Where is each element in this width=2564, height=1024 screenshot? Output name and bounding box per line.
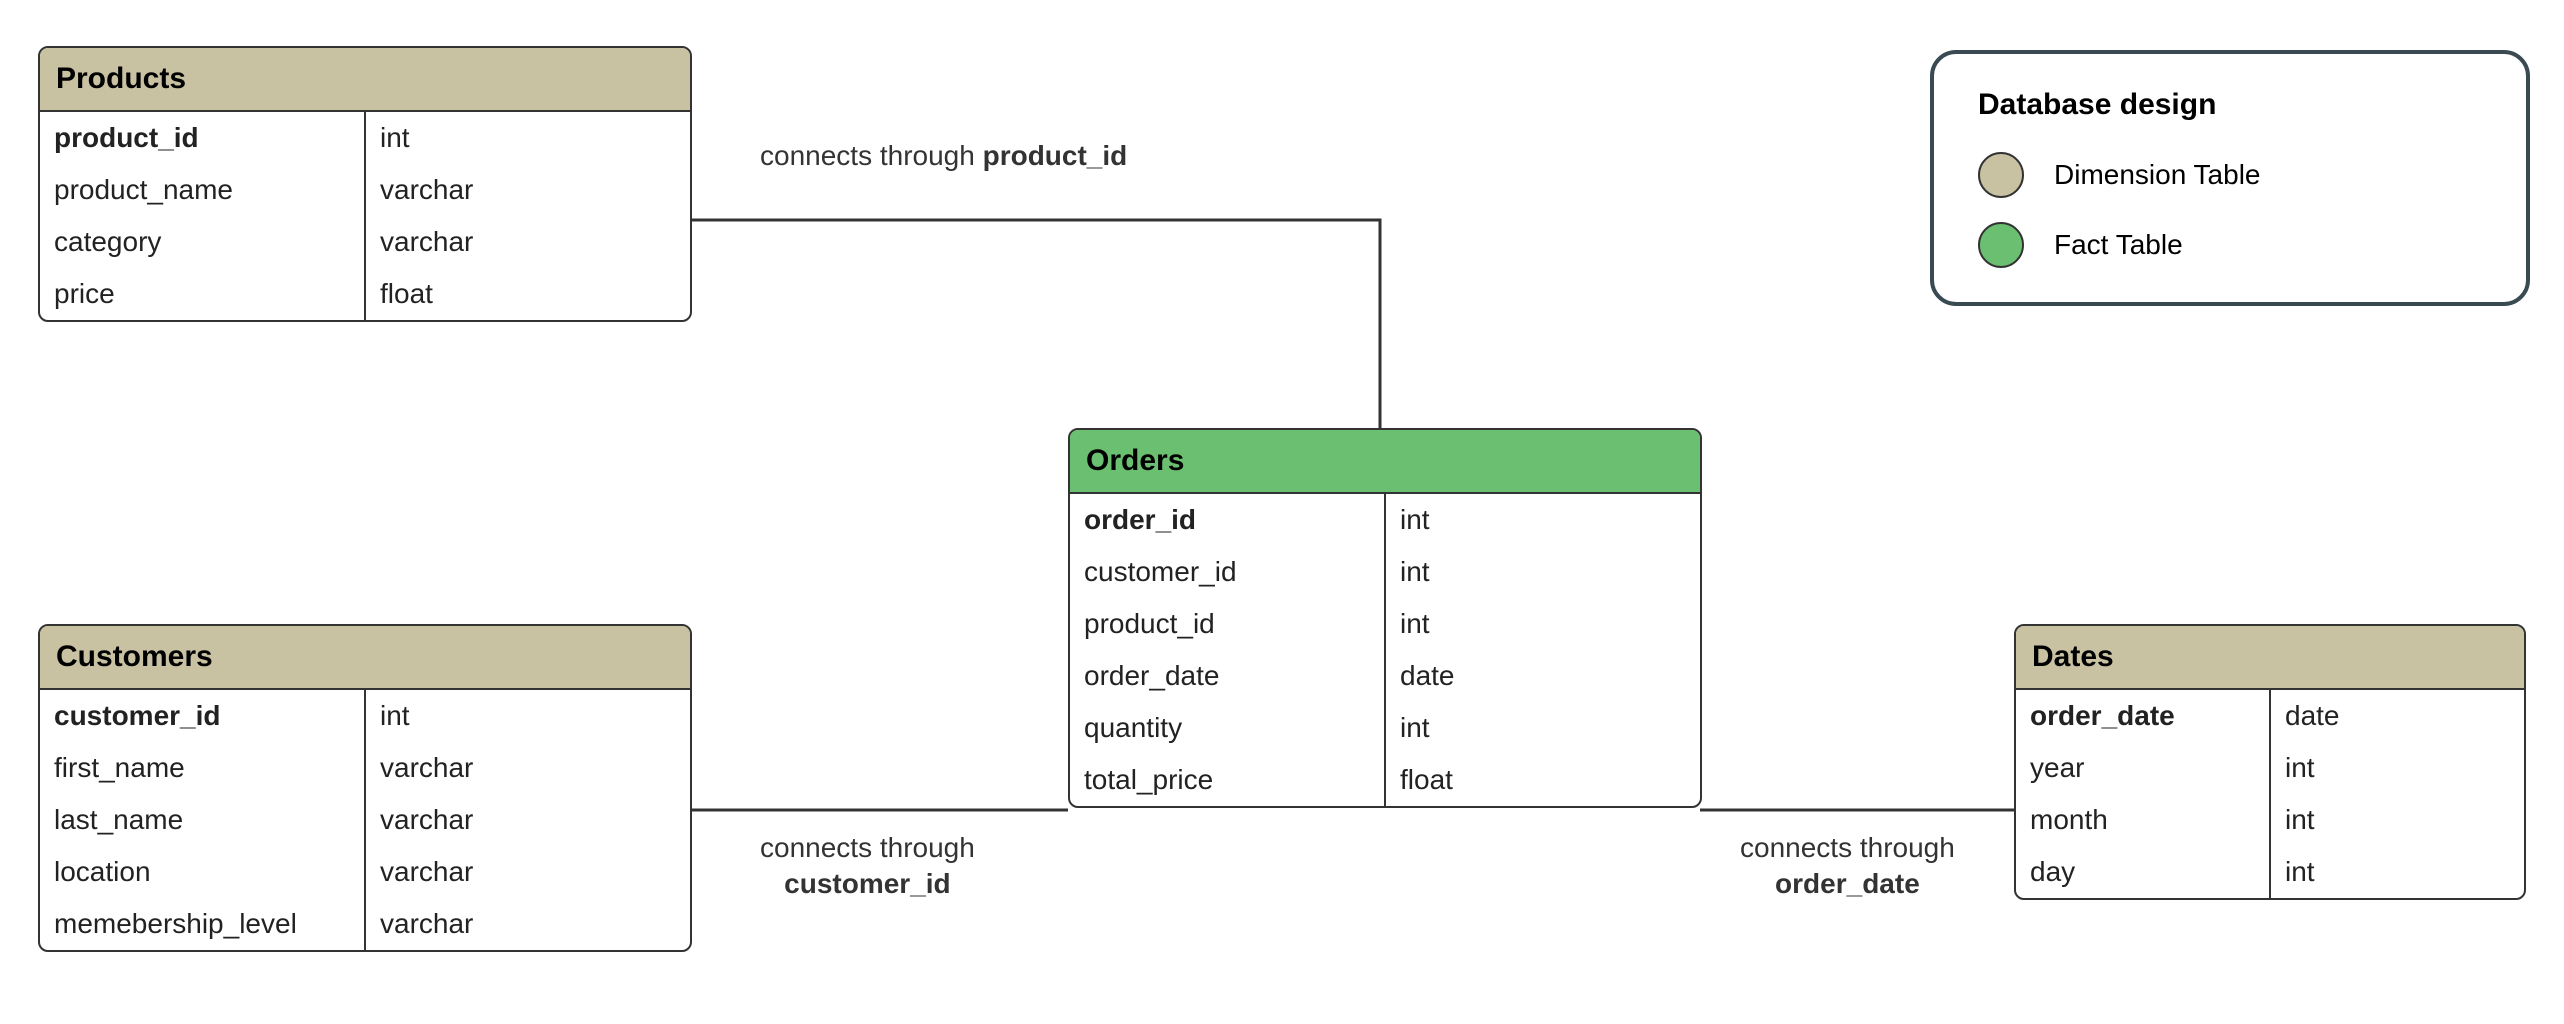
column-type: int: [2271, 846, 2524, 898]
column-name: year: [2016, 742, 2269, 794]
column-type: float: [1386, 754, 1700, 806]
column-name: last_name: [40, 794, 364, 846]
column-name: memebership_level: [40, 898, 364, 950]
column-name: order_date: [1070, 650, 1384, 702]
diagram-canvas: Products product_id product_name categor…: [0, 0, 2564, 1024]
column-type: varchar: [366, 216, 690, 268]
legend-dot-dimension: [1978, 152, 2024, 198]
legend-dot-fact: [1978, 222, 2024, 268]
connector-label-date: connects through order_date: [1740, 830, 1955, 903]
table-body: customer_id first_name last_name locatio…: [40, 690, 690, 950]
table-header: Orders: [1070, 430, 1700, 494]
column-name: price: [40, 268, 364, 320]
column-type: date: [2271, 690, 2524, 742]
column-type: date: [1386, 650, 1700, 702]
column-name: first_name: [40, 742, 364, 794]
connector-label-customer: connects through customer_id: [760, 830, 975, 903]
connector-label-product: connects through product_id: [760, 140, 1127, 172]
column-name: location: [40, 846, 364, 898]
column-type: varchar: [366, 846, 690, 898]
column-name: month: [2016, 794, 2269, 846]
column-type: float: [366, 268, 690, 320]
column-name: product_id: [1070, 598, 1384, 650]
column-name: customer_id: [1070, 546, 1384, 598]
table-header: Products: [40, 48, 690, 112]
table-customers: Customers customer_id first_name last_na…: [38, 624, 692, 952]
column-name: customer_id: [40, 690, 364, 742]
column-name: category: [40, 216, 364, 268]
column-type: int: [366, 112, 690, 164]
column-type: int: [2271, 742, 2524, 794]
column-type: varchar: [366, 742, 690, 794]
column-name: total_price: [1070, 754, 1384, 806]
legend-row-dimension: Dimension Table: [1978, 152, 2482, 198]
column-name: order_date: [2016, 690, 2269, 742]
table-header: Customers: [40, 626, 690, 690]
column-type: int: [1386, 494, 1700, 546]
legend-text: Fact Table: [2054, 229, 2183, 261]
column-type: int: [366, 690, 690, 742]
column-type: int: [1386, 702, 1700, 754]
column-name: day: [2016, 846, 2269, 898]
column-type: varchar: [366, 164, 690, 216]
column-type: int: [1386, 598, 1700, 650]
legend-text: Dimension Table: [2054, 159, 2261, 191]
table-orders: Orders order_id customer_id product_id o…: [1068, 428, 1702, 808]
column-type: varchar: [366, 898, 690, 950]
column-type: int: [2271, 794, 2524, 846]
table-header: Dates: [2016, 626, 2524, 690]
table-body: product_id product_name category price i…: [40, 112, 690, 320]
column-name: product_id: [40, 112, 364, 164]
column-type: int: [1386, 546, 1700, 598]
column-type: varchar: [366, 794, 690, 846]
table-products: Products product_id product_name categor…: [38, 46, 692, 322]
column-name: product_name: [40, 164, 364, 216]
legend-box: Database design Dimension Table Fact Tab…: [1930, 50, 2530, 306]
table-body: order_id customer_id product_id order_da…: [1070, 494, 1700, 806]
column-name: order_id: [1070, 494, 1384, 546]
column-name: quantity: [1070, 702, 1384, 754]
legend-row-fact: Fact Table: [1978, 222, 2482, 268]
legend-title: Database design: [1978, 88, 2482, 122]
table-body: order_date year month day date int int i…: [2016, 690, 2524, 898]
table-dates: Dates order_date year month day date int…: [2014, 624, 2526, 900]
